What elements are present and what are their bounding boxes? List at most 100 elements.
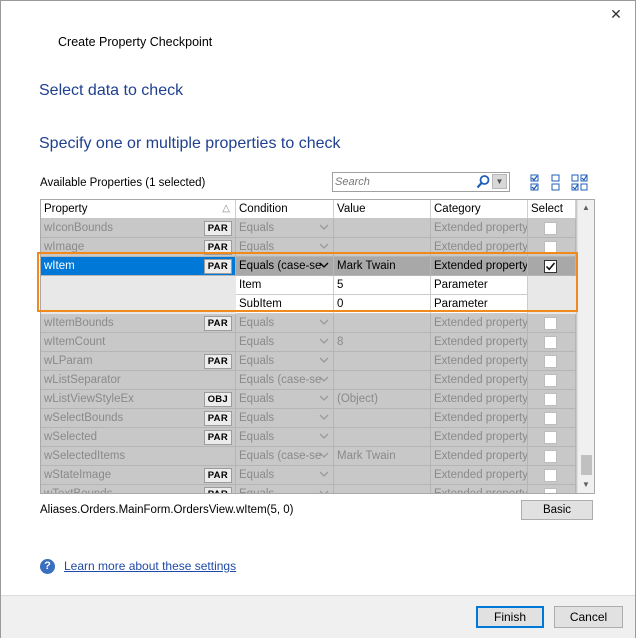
chevron-down-icon[interactable] [317,412,330,424]
uncheck-all-icon[interactable] [548,174,565,192]
parameter-badge[interactable]: PAR [203,487,232,493]
value-cell[interactable]: Mark Twain [334,447,431,466]
table-row[interactable]: wListSeparator Equals (case-se Extended pr… [41,371,576,390]
chevron-down-icon[interactable] [317,336,330,348]
condition-cell[interactable]: Equals [236,238,334,257]
select-checkbox[interactable] [544,450,557,463]
table-row[interactable]: wItemCount Equals 8 Extended property [41,333,576,352]
table-row[interactable]: wImage PAR Equals Extended property [41,238,576,257]
select-checkbox[interactable] [544,393,557,406]
search-input[interactable] [335,174,473,189]
chevron-down-icon[interactable] [317,488,330,493]
property-cell[interactable]: wSelectedItems [41,447,236,466]
value-cell[interactable]: (Object) [334,390,431,409]
table-row[interactable]: wSelectBounds PAR Equals Extended property [41,409,576,428]
parameter-badge[interactable]: PAR [203,430,232,445]
condition-cell[interactable]: Equals [236,333,334,352]
parameter-badge[interactable]: PAR [203,354,232,369]
basic-button[interactable]: Basic [521,500,593,520]
chevron-down-icon[interactable] [317,374,330,386]
condition-cell[interactable]: Equals [236,466,334,485]
condition-cell[interactable]: Equals (case-se [236,447,334,466]
table-row[interactable]: wSelected PAR Equals Extended property [41,428,576,447]
select-checkbox[interactable] [544,222,557,235]
toggle-check-icon[interactable] [571,174,588,192]
scroll-down-icon[interactable]: ▼ [578,477,594,493]
parameter-value[interactable]: 0 [334,295,431,314]
table-row[interactable]: wStateImage PAR Equals Extended property [41,466,576,485]
column-header-condition[interactable]: Condition [236,200,334,218]
parameter-badge[interactable]: PAR [203,240,232,255]
table-row[interactable]: wListViewStyleEx OBJ Equals (Object) Extende… [41,390,576,409]
chevron-down-icon[interactable] [317,431,330,443]
search-icon[interactable] [475,174,491,190]
column-header-property[interactable]: Property △ [41,200,236,218]
value-cell[interactable] [334,409,431,428]
parameter-badge[interactable]: OBJ [203,392,232,407]
help-icon[interactable]: ? [40,559,55,574]
chevron-down-icon[interactable] [317,241,330,253]
select-checkbox[interactable] [544,469,557,482]
parameter-badge[interactable]: PAR [203,411,232,426]
select-checkbox[interactable] [544,374,557,387]
condition-cell[interactable]: Equals [236,390,334,409]
condition-cell[interactable]: Equals [236,428,334,447]
value-cell[interactable] [334,466,431,485]
condition-cell[interactable]: Equals [236,314,334,333]
table-row[interactable]: wLParam PAR Equals Extended property [41,352,576,371]
property-cell[interactable]: wLParam PAR [41,352,236,371]
property-cell[interactable]: wItem PAR [41,257,236,276]
learn-more-link[interactable]: Learn more about these settings [64,559,236,573]
cancel-button[interactable]: Cancel [554,606,623,628]
chevron-down-icon[interactable] [317,450,330,462]
value-cell[interactable] [334,428,431,447]
chevron-down-icon[interactable] [317,355,330,367]
parameter-badge[interactable]: PAR [203,259,232,274]
chevron-down-icon[interactable] [317,222,330,234]
parameter-badge[interactable]: PAR [203,468,232,483]
search-box[interactable]: ▼ [332,172,510,192]
condition-cell[interactable]: Equals [236,409,334,428]
property-cell[interactable]: wItemBounds PAR [41,314,236,333]
property-cell[interactable]: wSelected PAR [41,428,236,447]
condition-cell[interactable]: Equals (case-se [236,371,334,390]
finish-button[interactable]: Finish [476,606,544,628]
scroll-up-icon[interactable]: ▲ [578,200,594,216]
property-cell[interactable]: wListSeparator [41,371,236,390]
property-cell[interactable]: wStateImage PAR [41,466,236,485]
value-cell[interactable] [334,485,431,493]
select-checkbox[interactable] [544,431,557,444]
chevron-down-icon[interactable] [317,260,330,272]
condition-cell[interactable]: Equals [236,485,334,493]
column-header-value[interactable]: Value [334,200,431,218]
chevron-down-icon[interactable] [317,393,330,405]
chevron-down-icon[interactable] [317,317,330,329]
check-all-icon[interactable] [527,174,544,192]
chevron-down-icon[interactable] [317,469,330,481]
table-row[interactable]: wIconBounds PAR Equals Extended property [41,219,576,238]
value-cell[interactable] [334,371,431,390]
property-cell[interactable]: wIconBounds PAR [41,219,236,238]
property-cell[interactable]: wTextBounds PAR [41,485,236,493]
property-cell[interactable]: wImage PAR [41,238,236,257]
column-header-select[interactable]: Select [528,200,576,218]
property-cell[interactable]: wItemCount [41,333,236,352]
condition-cell[interactable]: Equals [236,219,334,238]
property-cell[interactable]: wListViewStyleEx OBJ [41,390,236,409]
table-row[interactable]: wSelectedItems Equals (case-se Mark Twain E… [41,447,576,466]
select-checkbox[interactable] [544,355,557,368]
table-row-selected[interactable]: wItem PAR Equals (case-se Mark Twain Extende… [41,257,576,276]
select-checkbox[interactable] [544,488,557,493]
select-checkbox[interactable] [544,260,557,273]
value-cell[interactable] [334,352,431,371]
select-checkbox[interactable] [544,412,557,425]
table-row[interactable]: wTextBounds PAR Equals Extended property [41,485,576,493]
condition-cell[interactable]: Equals [236,352,334,371]
value-cell[interactable]: 8 [334,333,431,352]
parameter-badge[interactable]: PAR [203,316,232,331]
value-cell[interactable] [334,314,431,333]
parameter-badge[interactable]: PAR [203,221,232,236]
column-header-category[interactable]: Category [431,200,528,218]
select-checkbox[interactable] [544,317,557,330]
parameter-value[interactable]: 5 [334,276,431,295]
